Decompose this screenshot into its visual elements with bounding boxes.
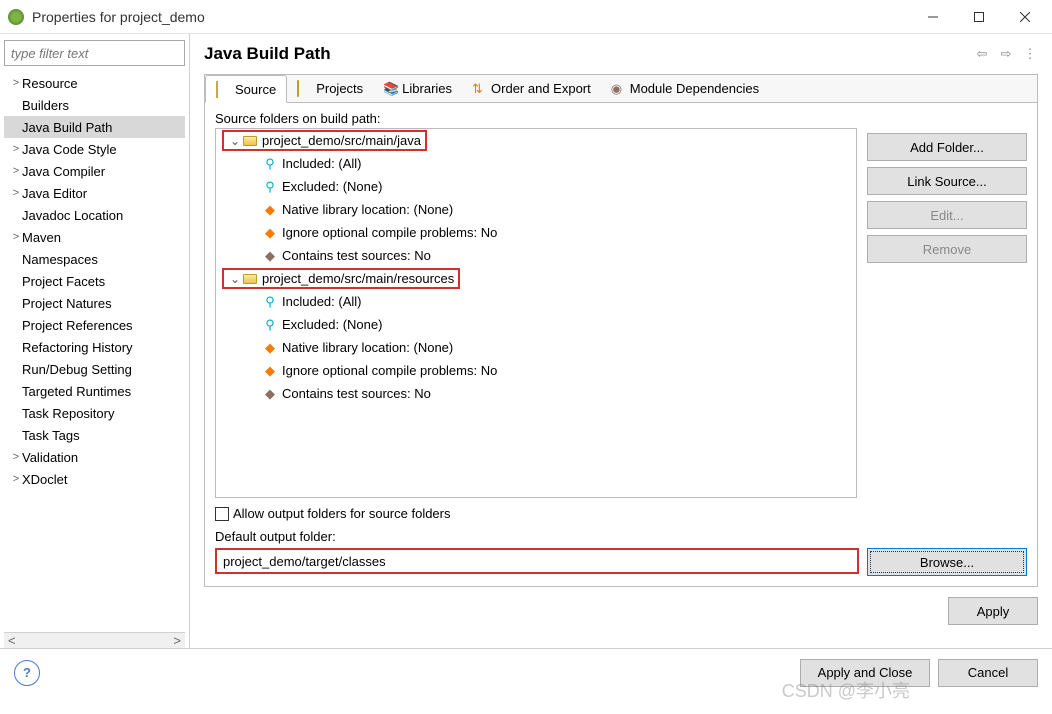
add-folder-button[interactable]: Add Folder...	[867, 133, 1027, 161]
source-folder-detail[interactable]: ◆Ignore optional compile problems: No	[216, 221, 856, 244]
source-folder-detail[interactable]: ◆Native library location: (None)	[216, 198, 856, 221]
nav-tree[interactable]: >ResourceBuildersJava Build Path>Java Co…	[4, 72, 185, 632]
nav-item-builders[interactable]: Builders	[4, 94, 185, 116]
source-folder-detail[interactable]: ⚲Included: (All)	[216, 152, 856, 175]
tab-folder: Source Projects 📚Libraries ⇅Order and Ex…	[204, 74, 1038, 587]
source-folder[interactable]: ⌄project_demo/src/main/resources	[216, 267, 856, 290]
libraries-icon: 📚	[383, 81, 397, 95]
edit-button[interactable]: Edit...	[867, 201, 1027, 229]
help-button[interactable]: ?	[14, 660, 40, 686]
forward-icon[interactable]: ⇨	[998, 46, 1014, 62]
nav-item-project-natures[interactable]: Project Natures	[4, 292, 185, 314]
scroll-right-icon[interactable]: >	[173, 633, 181, 648]
tab-libraries[interactable]: 📚Libraries	[373, 74, 462, 102]
source-folder-detail[interactable]: ◆Ignore optional compile problems: No	[216, 359, 856, 382]
nav-item-java-code-style[interactable]: >Java Code Style	[4, 138, 185, 160]
source-folders-tree[interactable]: ⌄project_demo/src/main/java⚲Included: (A…	[215, 128, 857, 498]
app-icon	[8, 9, 24, 25]
nav-item-run-debug-setting[interactable]: Run/Debug Setting	[4, 358, 185, 380]
nav-item-task-tags[interactable]: Task Tags	[4, 424, 185, 446]
filter-input[interactable]	[4, 40, 185, 66]
horizontal-scrollbar[interactable]: < >	[4, 632, 185, 648]
nav-item-resource[interactable]: >Resource	[4, 72, 185, 94]
tab-projects[interactable]: Projects	[287, 74, 373, 102]
default-output-label: Default output folder:	[215, 529, 857, 544]
source-folder-detail[interactable]: ⚲Excluded: (None)	[216, 175, 856, 198]
nav-item-task-repository[interactable]: Task Repository	[4, 402, 185, 424]
nav-item-xdoclet[interactable]: >XDoclet	[4, 468, 185, 490]
titlebar: Properties for project_demo	[0, 0, 1052, 34]
source-folder-detail[interactable]: ◆Native library location: (None)	[216, 336, 856, 359]
source-folder-detail[interactable]: ⚲Excluded: (None)	[216, 313, 856, 336]
tab-module[interactable]: ◉Module Dependencies	[601, 74, 769, 102]
default-output-input[interactable]	[215, 548, 859, 574]
source-folder-detail[interactable]: ◆Contains test sources: No	[216, 244, 856, 267]
maximize-button[interactable]	[956, 1, 1002, 33]
source-folder-detail[interactable]: ◆Contains test sources: No	[216, 382, 856, 405]
source-folder[interactable]: ⌄project_demo/src/main/java	[216, 129, 856, 152]
window-title: Properties for project_demo	[32, 9, 910, 25]
nav-tree-panel: >ResourceBuildersJava Build Path>Java Co…	[0, 34, 190, 648]
bottom-bar: ? CSDN @李小亮 Apply and Close Cancel	[0, 648, 1052, 696]
remove-button[interactable]: Remove	[867, 235, 1027, 263]
order-icon: ⇅	[472, 81, 486, 95]
minimize-button[interactable]	[910, 1, 956, 33]
nav-item-project-references[interactable]: Project References	[4, 314, 185, 336]
cancel-button[interactable]: Cancel	[938, 659, 1038, 687]
watermark: CSDN @李小亮	[782, 677, 910, 703]
page-title: Java Build Path	[204, 44, 974, 64]
source-folder-detail[interactable]: ⚲Included: (All)	[216, 290, 856, 313]
apply-button[interactable]: Apply	[948, 597, 1038, 625]
close-button[interactable]	[1002, 1, 1048, 33]
nav-item-refactoring-history[interactable]: Refactoring History	[4, 336, 185, 358]
nav-item-maven[interactable]: >Maven	[4, 226, 185, 248]
module-icon: ◉	[611, 81, 625, 95]
nav-item-java-editor[interactable]: >Java Editor	[4, 182, 185, 204]
nav-item-namespaces[interactable]: Namespaces	[4, 248, 185, 270]
menu-icon[interactable]: ⋮	[1022, 46, 1038, 62]
content-panel: Java Build Path ⇦ ⇨ ⋮ Source Projects 📚L…	[190, 34, 1052, 648]
link-source-button[interactable]: Link Source...	[867, 167, 1027, 195]
tab-order[interactable]: ⇅Order and Export	[462, 74, 601, 102]
browse-button[interactable]: Browse...	[867, 548, 1027, 576]
nav-item-validation[interactable]: >Validation	[4, 446, 185, 468]
tab-source[interactable]: Source	[205, 75, 287, 103]
allow-output-checkbox[interactable]	[215, 507, 229, 521]
nav-item-javadoc-location[interactable]: Javadoc Location	[4, 204, 185, 226]
nav-item-targeted-runtimes[interactable]: Targeted Runtimes	[4, 380, 185, 402]
source-folders-label: Source folders on build path:	[215, 111, 857, 126]
nav-item-project-facets[interactable]: Project Facets	[4, 270, 185, 292]
scroll-left-icon[interactable]: <	[8, 633, 16, 648]
back-icon[interactable]: ⇦	[974, 46, 990, 62]
nav-item-java-build-path[interactable]: Java Build Path	[4, 116, 185, 138]
allow-output-label: Allow output folders for source folders	[233, 506, 451, 521]
nav-item-java-compiler[interactable]: >Java Compiler	[4, 160, 185, 182]
